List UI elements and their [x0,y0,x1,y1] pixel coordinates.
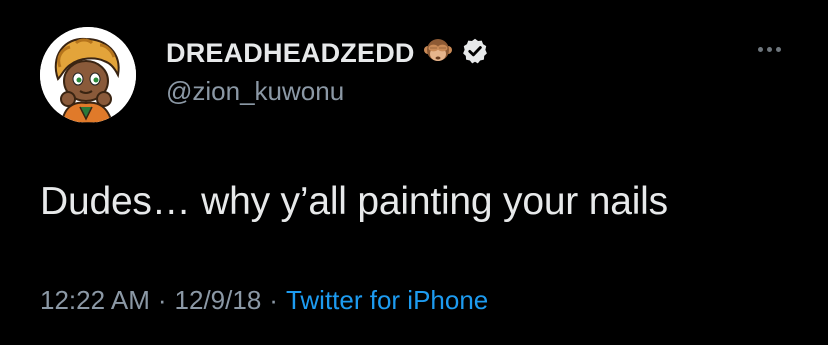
more-options-button[interactable] [752,39,786,59]
meta-separator: · [269,285,278,315]
tweet-date[interactable]: 12/9/18 [175,285,262,316]
see-no-evil-monkey-icon [423,36,453,71]
display-name[interactable]: DREADHEADZEDD [166,38,415,69]
avatar[interactable] [40,27,136,123]
tweet-source-link[interactable]: Twitter for iPhone [286,285,488,316]
display-name-row: DREADHEADZEDD [166,36,489,70]
verified-badge-icon [461,37,489,70]
avatar-cartoon-icon [40,27,136,123]
tweet-meta: 12:22 AM · 12/9/18 · Twitter for iPhone [40,285,488,316]
meta-separator: · [157,285,167,315]
more-options-dot [766,46,772,52]
user-handle[interactable]: @zion_kuwonu [166,76,344,107]
tweet-text: Dudes… why y’all painting your nails [40,180,668,223]
more-options-icon [757,46,763,52]
more-options-dot [775,46,781,52]
tweet-card: DREADHEADZEDD @zion_kuwonu Dudes… why y’… [0,0,828,345]
tweet-time[interactable]: 12:22 AM [40,285,150,316]
